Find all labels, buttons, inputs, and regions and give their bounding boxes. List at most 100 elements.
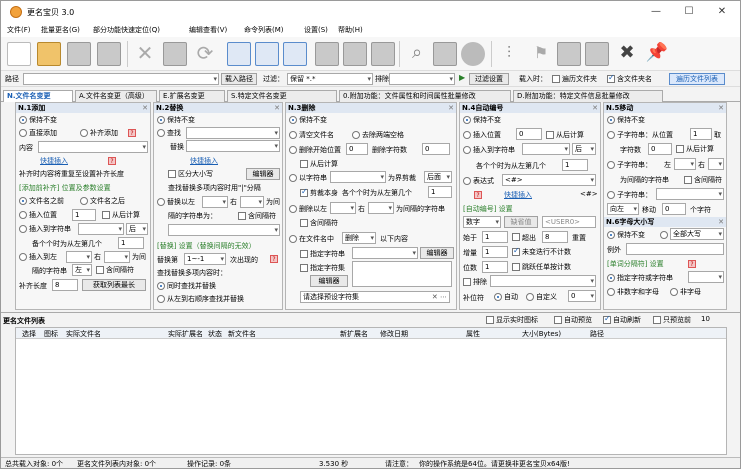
replace-find-input[interactable] xyxy=(186,127,280,139)
menu-file[interactable]: 文件(F) xyxy=(7,25,31,35)
panel-close-icon[interactable]: ✕ xyxy=(718,217,724,227)
open-folder-icon[interactable] xyxy=(37,42,61,66)
num-insert-str-radio[interactable] xyxy=(463,146,471,154)
move-sub-str2-radio[interactable] xyxy=(607,191,615,199)
add-right-input[interactable] xyxy=(104,251,130,263)
delete-after-select[interactable]: 后面 xyxy=(424,171,452,183)
col-modified[interactable]: 修改日期 xyxy=(380,329,408,339)
flag-icon[interactable]: ⚑ xyxy=(529,42,553,66)
add-contain-checkbox[interactable] xyxy=(96,266,104,274)
num-user-input[interactable]: <USER0> xyxy=(542,216,596,228)
tools-icon[interactable]: ✖ xyxy=(615,42,639,66)
delete-from-right-checkbox[interactable] xyxy=(300,160,308,168)
minimize-icon[interactable]: — xyxy=(643,5,669,19)
num-pad-input[interactable]: 0 xyxy=(568,290,596,302)
num-skip-checkbox[interactable] xyxy=(512,263,520,271)
add-left-input[interactable] xyxy=(66,251,92,263)
help-icon[interactable]: ? xyxy=(688,260,696,268)
path-input[interactable] xyxy=(23,73,219,85)
col-real-name[interactable]: 实际文件名 xyxy=(66,329,101,339)
batch-tool-icon[interactable] xyxy=(585,42,609,66)
col-attributes[interactable]: 属性 xyxy=(466,329,480,339)
menu-batch-rename[interactable]: 批量更名(G) xyxy=(41,25,80,35)
add-insert-pos-input[interactable]: 1 xyxy=(72,209,96,221)
num-insert-pos-input[interactable]: 0 xyxy=(516,128,542,140)
tab-extension-change[interactable]: E.扩展名变更 xyxy=(159,90,225,102)
num-type-select[interactable]: 数字 xyxy=(463,216,501,228)
delete-count-note-input[interactable]: 1 xyxy=(428,186,452,198)
add-direct-radio[interactable] xyxy=(19,129,27,137)
add-after-select[interactable]: 后 xyxy=(126,223,148,235)
pin-icon[interactable]: 📌 xyxy=(645,42,669,66)
menu-quick-locate[interactable]: 部分功能快速定位(Q) xyxy=(93,25,160,35)
num-expr-input[interactable]: <#> xyxy=(502,174,596,186)
num-insert-str-input[interactable] xyxy=(522,143,570,155)
case-all-radio[interactable] xyxy=(660,231,668,239)
delete-by-str-radio[interactable] xyxy=(289,174,297,182)
case-keep-radio[interactable] xyxy=(607,231,615,239)
file-list-grid[interactable]: 选择 图标 实际文件名 实际扩展名 状态 新文件名 新扩展名 修改日期 属性 大… xyxy=(15,327,727,455)
list-view-icon[interactable] xyxy=(343,42,367,66)
num-count-input[interactable]: 1 xyxy=(562,159,588,171)
delete-by-str-input[interactable] xyxy=(330,171,386,183)
move-left-input[interactable] xyxy=(674,158,696,170)
word-spec-radio[interactable] xyxy=(607,274,615,282)
col-new-name[interactable]: 新文件名 xyxy=(228,329,256,339)
num-default-button[interactable]: 缺省值 xyxy=(504,216,538,228)
menu-settings[interactable]: 设置(S) xyxy=(304,25,328,35)
help-icon[interactable]: ? xyxy=(474,191,482,199)
view-mode-3-icon[interactable] xyxy=(283,42,307,66)
tab-file-info[interactable]: D.附加功能：特定文件信息批量修改 xyxy=(513,90,663,102)
move-contain-checkbox[interactable] xyxy=(684,176,692,184)
delete-left-radio[interactable] xyxy=(289,205,297,213)
sliders-icon[interactable]: ⫶ xyxy=(497,42,521,66)
subfolder-checkbox[interactable] xyxy=(552,75,560,83)
only-preview-checkbox[interactable] xyxy=(653,316,661,324)
num-unchanged-checkbox[interactable] xyxy=(512,246,520,256)
add-insert-str-input[interactable] xyxy=(78,223,124,235)
delete-editor2-button[interactable]: 编辑器 xyxy=(310,275,348,287)
add-count-input[interactable]: 1 xyxy=(118,237,144,249)
col-real-ext[interactable]: 实际扩展名 xyxy=(168,329,203,339)
file-list-button[interactable]: 遍历文件列表 xyxy=(669,73,725,85)
delete-spec-str-checkbox[interactable] xyxy=(300,250,308,258)
only-preview-count[interactable]: 10 xyxy=(701,315,710,323)
replace-simul-radio[interactable] xyxy=(157,282,165,290)
panel-close-icon[interactable]: ✕ xyxy=(142,103,148,113)
num-exclude-checkbox[interactable] xyxy=(463,278,471,286)
num-pad-auto-radio[interactable] xyxy=(494,293,502,301)
add-get-max-button[interactable]: 获取列表最长 xyxy=(82,279,146,291)
delete-mode-select[interactable]: 删除 xyxy=(342,232,376,244)
col-new-ext[interactable]: 新扩展名 xyxy=(340,329,368,339)
move-keep-radio[interactable] xyxy=(607,116,615,124)
delete-contain-checkbox[interactable] xyxy=(300,219,308,227)
confirm-icon[interactable] xyxy=(461,42,485,66)
clear-list-icon[interactable] xyxy=(163,42,187,66)
replace-replace-input[interactable] xyxy=(186,140,280,152)
move-direction-select[interactable]: 向左 xyxy=(607,203,639,215)
delete-spec-set-checkbox[interactable] xyxy=(300,264,308,272)
num-expr-radio[interactable] xyxy=(463,177,471,185)
num-keep-radio[interactable] xyxy=(463,116,471,124)
rename-tool-icon[interactable] xyxy=(557,42,581,66)
help-icon[interactable]: ? xyxy=(270,255,278,263)
add-insert-pos-radio[interactable] xyxy=(19,211,27,219)
num-step-input[interactable]: 1 xyxy=(482,246,508,258)
num-width-input[interactable]: 8 xyxy=(542,231,568,243)
delete-count-input[interactable]: 0 xyxy=(422,143,450,155)
delete-in-name-radio[interactable] xyxy=(289,235,297,243)
filter-input[interactable]: 保留 *.* xyxy=(287,73,373,85)
add-insert-left-radio[interactable] xyxy=(19,253,27,261)
add-pad-len-input[interactable]: 8 xyxy=(52,279,78,291)
col-select[interactable]: 选择 xyxy=(22,329,36,339)
realtime-icon-checkbox[interactable] xyxy=(486,316,494,324)
delete-right-input[interactable] xyxy=(368,202,394,214)
replace-find-radio[interactable] xyxy=(157,129,165,137)
num-from-right-checkbox[interactable] xyxy=(546,131,554,139)
delete-cut-self-checkbox[interactable] xyxy=(300,187,308,197)
menu-command-list[interactable]: 命令列表(M) xyxy=(244,25,284,35)
col-icon[interactable]: 图标 xyxy=(44,329,58,339)
num-exclude-input[interactable] xyxy=(490,275,596,287)
replace-keep-radio[interactable] xyxy=(157,116,165,124)
delete-preset-select[interactable]: 请选择预设字符集 ✕ ⋯ xyxy=(300,291,450,303)
